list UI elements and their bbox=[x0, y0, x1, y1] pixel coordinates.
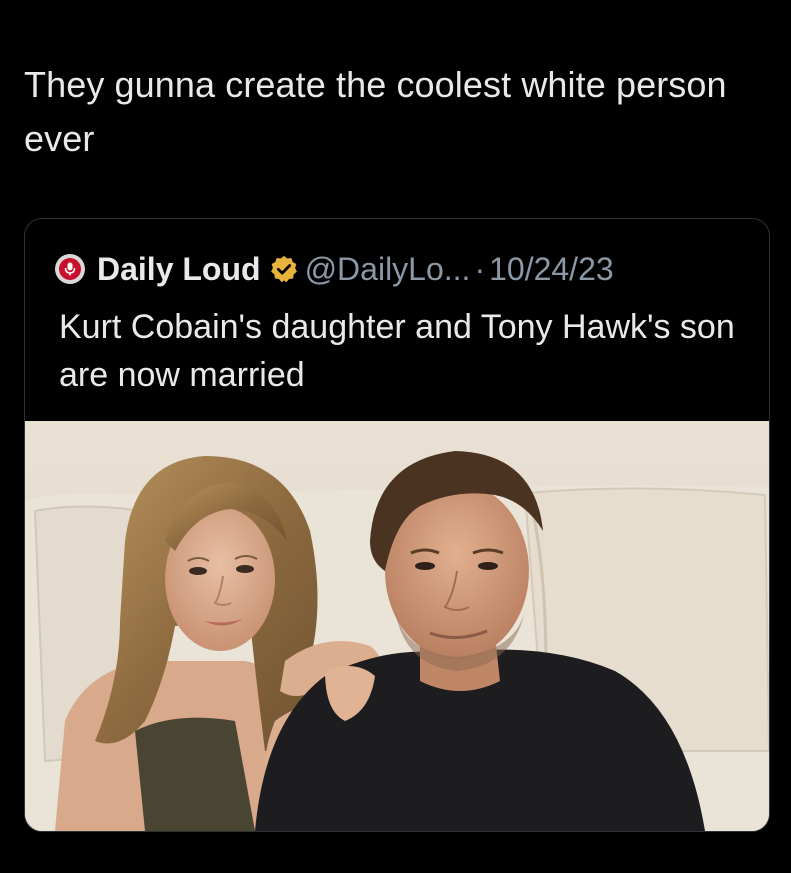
quoted-author-handle[interactable]: @DailyLo... bbox=[305, 251, 471, 288]
header-separator: · bbox=[474, 250, 486, 287]
quoted-post-text: Kurt Cobain's daughter and Tony Hawk's s… bbox=[59, 308, 735, 394]
daily-loud-logo-icon[interactable] bbox=[55, 254, 85, 284]
quoted-author-name[interactable]: Daily Loud bbox=[97, 251, 261, 288]
quoted-post-date[interactable]: 10/24/23 bbox=[489, 251, 614, 288]
quoted-post-card[interactable]: Daily Loud @DailyLo... · 10/24/23 Kurt C… bbox=[24, 218, 770, 832]
couple-photo[interactable] bbox=[25, 421, 769, 831]
post-text: They gunna create the coolest white pers… bbox=[24, 64, 727, 159]
verified-badge-icon bbox=[269, 254, 299, 284]
quoted-post-header: Daily Loud @DailyLo... · 10/24/23 bbox=[47, 249, 614, 289]
